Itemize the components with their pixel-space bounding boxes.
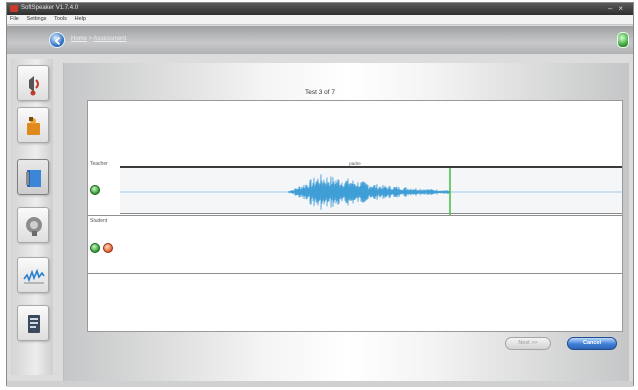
student-play-button[interactable] [90,243,100,253]
status-strip [7,381,633,387]
menu-file[interactable]: File [7,15,22,23]
cancel-button[interactable]: Cancel [567,337,617,350]
breadcrumb: Home > Assessment [71,36,126,42]
sidebar-item-practice[interactable] [17,107,49,143]
test-progress-label: Test 3 of 7 [305,89,335,96]
window-controls[interactable]: –× [608,4,629,13]
menu-help[interactable]: Help [72,15,89,23]
waveform-graph [120,168,622,216]
window-title: SoftSpeaker V1.7.4.0 [21,5,79,11]
student-divider [88,273,622,274]
book-icon [26,170,41,187]
breadcrumb-current: Assessment [93,36,127,42]
title-bar: SoftSpeaker V1.7.4.0 –× [7,3,633,15]
sidebar [11,59,53,375]
back-arrow-icon [54,36,61,46]
navigation-bar: Home > Assessment [7,26,633,54]
menu-tools[interactable]: Tools [51,15,70,23]
breadcrumb-home[interactable]: Home [71,36,87,42]
report-icon [28,315,40,333]
menu-settings[interactable]: Settings [24,15,50,23]
waveform-trace [287,174,451,210]
sidebar-item-analysis[interactable] [17,257,49,293]
teacher-waveform[interactable] [120,166,622,216]
app-logo-icon [10,5,18,12]
sidebar-item-record[interactable] [17,159,49,195]
next-button[interactable]: Next >> [505,337,551,350]
minimize-icon[interactable]: – [608,4,618,13]
teacher-play-button[interactable] [90,185,100,195]
student-record-button[interactable] [103,243,113,253]
close-icon[interactable]: × [618,4,629,13]
help-button[interactable] [617,32,629,48]
student-label: Student [90,218,108,224]
sidebar-item-listen[interactable] [17,207,49,243]
waveform-icon [23,268,45,284]
recording-panel: Teacher padre Student [87,100,623,332]
sidebar-item-report[interactable] [17,305,49,341]
menu-bar: File Settings Tools Help [7,15,633,25]
back-button[interactable] [49,32,65,48]
head-icon [26,217,42,236]
puzzle-icon [27,117,40,135]
track-divider [88,215,622,216]
app-window: SoftSpeaker V1.7.4.0 –× File Settings To… [6,2,634,387]
